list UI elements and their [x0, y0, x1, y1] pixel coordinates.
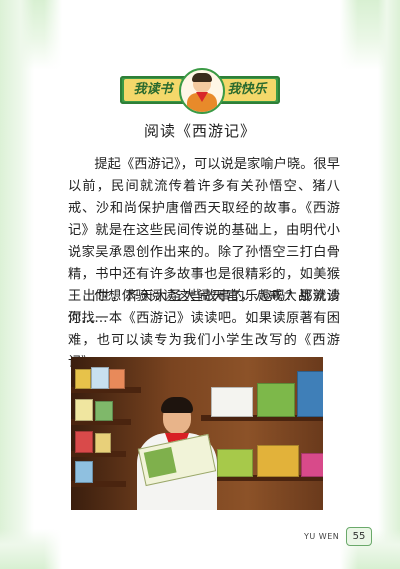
banner-left-text: 我读书 — [124, 79, 182, 101]
book-cover — [75, 461, 93, 483]
section-banner: 我读书 我快乐 — [120, 68, 280, 114]
book-cover — [75, 399, 93, 421]
page-frame-right — [378, 0, 400, 569]
held-book-cover-art — [143, 446, 177, 479]
bookshelf-photo — [71, 357, 323, 510]
book-cover — [211, 387, 253, 417]
book-cover — [95, 401, 113, 421]
book-cover — [217, 449, 253, 477]
book-cover — [91, 367, 109, 389]
child-hair — [161, 397, 193, 413]
book-cover — [75, 369, 91, 389]
page-number: 55 — [346, 527, 372, 546]
kid-hair — [192, 73, 212, 82]
book-cover — [95, 433, 111, 453]
book-cover — [301, 453, 323, 477]
page-frame-left — [0, 0, 34, 569]
book-cover — [75, 431, 93, 453]
book-cover — [257, 383, 295, 417]
banner-right-text: 我快乐 — [218, 79, 276, 101]
reading-kid-icon — [179, 68, 225, 114]
article-title: 阅读《西游记》 — [143, 122, 256, 140]
book-cover — [297, 371, 323, 417]
book-cover — [109, 369, 125, 389]
subject-label: YU WEN — [304, 532, 340, 541]
book-cover — [257, 445, 299, 477]
